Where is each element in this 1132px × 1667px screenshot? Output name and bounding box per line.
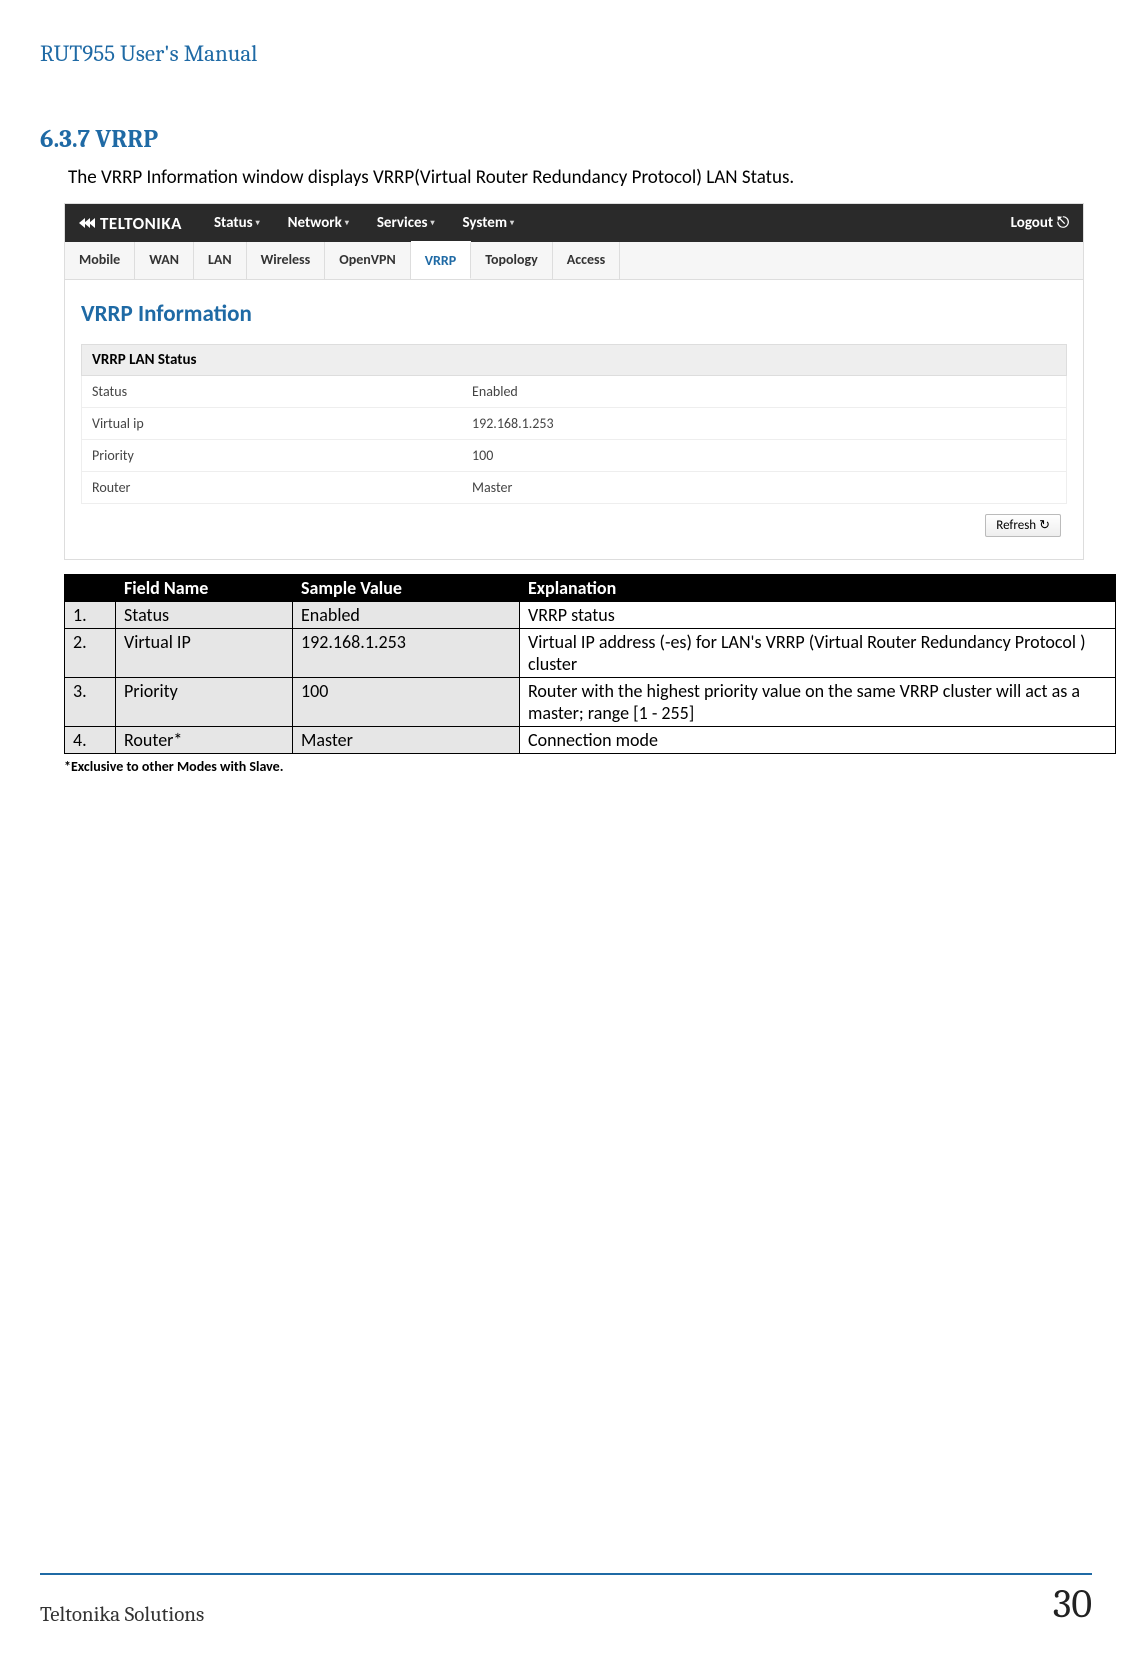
field-description-table: Field Name Sample Value Explanation 1.St… bbox=[64, 574, 1116, 754]
th-num bbox=[65, 575, 116, 602]
panel-title: VRRP Information bbox=[81, 300, 1067, 328]
value-priority: 100 bbox=[462, 440, 503, 471]
tab-openvpn[interactable]: OpenVPN bbox=[325, 242, 411, 279]
nav-status[interactable]: Status▾ bbox=[214, 214, 260, 232]
chevron-down-icon: ▾ bbox=[431, 218, 435, 228]
logout-icon: ⎋ bbox=[1057, 214, 1069, 232]
table-row: 3.Priority100Router with the highest pri… bbox=[65, 678, 1116, 727]
value-router: Master bbox=[462, 472, 522, 503]
value-virtual-ip: 192.168.1.253 bbox=[462, 408, 564, 439]
row-router: RouterMaster bbox=[81, 472, 1067, 504]
row-priority: Priority100 bbox=[81, 440, 1067, 472]
table-row: 1.StatusEnabledVRRP status bbox=[65, 602, 1116, 629]
section-intro: The VRRP Information window displays VRR… bbox=[68, 166, 1092, 189]
nav-network[interactable]: Network▾ bbox=[288, 214, 349, 232]
logout-button[interactable]: Logout⎋ bbox=[1011, 214, 1069, 232]
tab-wan[interactable]: WAN bbox=[135, 242, 194, 279]
row-status: StatusEnabled bbox=[81, 376, 1067, 408]
sub-tabs: Mobile WAN LAN Wireless OpenVPN VRRP Top… bbox=[65, 242, 1083, 280]
chevron-down-icon: ▾ bbox=[256, 218, 260, 228]
panel-section-header: VRRP LAN Status bbox=[81, 344, 1067, 376]
chevron-down-icon: ▾ bbox=[345, 218, 349, 228]
refresh-icon: ↻ bbox=[1039, 518, 1050, 533]
brand-logo[interactable]: TELTONIKA bbox=[79, 213, 182, 234]
label-status: Status bbox=[82, 376, 462, 407]
th-sample: Sample Value bbox=[293, 575, 520, 602]
tab-topology[interactable]: Topology bbox=[471, 242, 553, 279]
label-router: Router bbox=[82, 472, 462, 503]
top-nav-bar: TELTONIKA Status▾ Network▾ Services▾ Sys… bbox=[65, 204, 1083, 242]
content-panel: VRRP Information VRRP LAN Status StatusE… bbox=[65, 280, 1083, 559]
table-footnote: *Exclusive to other Modes with Slave. bbox=[64, 758, 1092, 775]
brand-name: TELTONIKA bbox=[100, 213, 182, 234]
label-priority: Priority bbox=[82, 440, 462, 471]
label-virtual-ip: Virtual ip bbox=[82, 408, 462, 439]
tab-lan[interactable]: LAN bbox=[194, 242, 247, 279]
tab-mobile[interactable]: Mobile bbox=[65, 242, 135, 279]
router-ui-screenshot: TELTONIKA Status▾ Network▾ Services▾ Sys… bbox=[64, 203, 1084, 560]
th-explain: Explanation bbox=[520, 575, 1116, 602]
refresh-button[interactable]: Refresh ↻ bbox=[985, 514, 1061, 537]
tab-wireless[interactable]: Wireless bbox=[247, 242, 326, 279]
brand-logo-icon bbox=[79, 218, 94, 228]
table-row: 4.Router*MasterConnection mode bbox=[65, 727, 1116, 754]
nav-services[interactable]: Services▾ bbox=[377, 214, 435, 232]
document-header: RUT955 User's Manual bbox=[40, 40, 1092, 75]
row-virtual-ip: Virtual ip192.168.1.253 bbox=[81, 408, 1067, 440]
footer-company: Teltonika Solutions bbox=[40, 1603, 204, 1627]
value-status: Enabled bbox=[462, 376, 528, 407]
section-title: 6.3.7 VRRP bbox=[40, 125, 1092, 154]
page-footer: Teltonika Solutions 30 bbox=[40, 1573, 1092, 1627]
tab-vrrp[interactable]: VRRP bbox=[411, 241, 472, 279]
th-field: Field Name bbox=[116, 575, 293, 602]
page-number: 30 bbox=[1053, 1581, 1092, 1627]
main-nav: Status▾ Network▾ Services▾ System▾ bbox=[214, 214, 1011, 232]
table-row: 2.Virtual IP192.168.1.253Virtual IP addr… bbox=[65, 629, 1116, 678]
nav-system[interactable]: System▾ bbox=[463, 214, 515, 232]
chevron-down-icon: ▾ bbox=[510, 218, 514, 228]
tab-access[interactable]: Access bbox=[553, 242, 620, 279]
